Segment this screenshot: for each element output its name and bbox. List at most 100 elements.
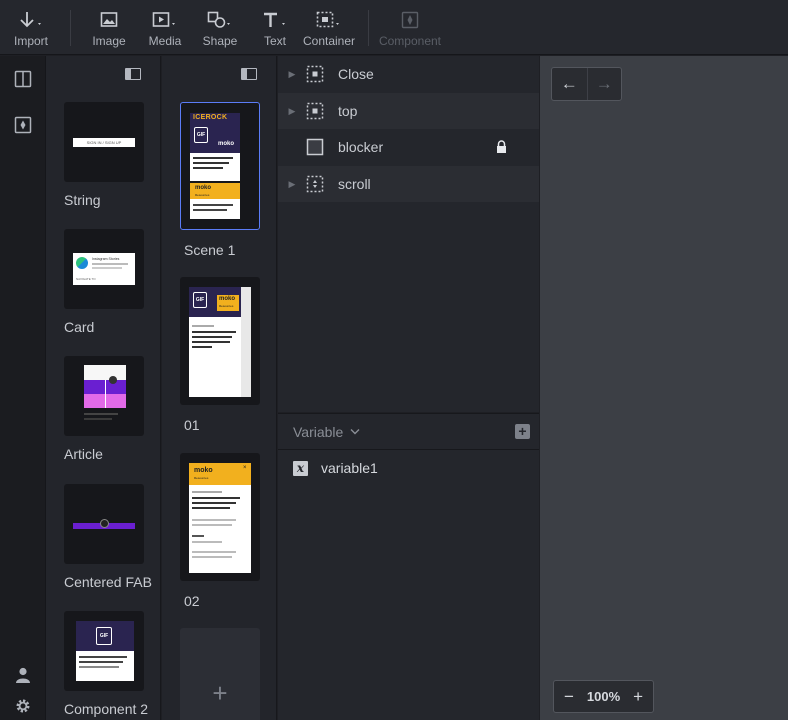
rectangle-icon: [306, 138, 324, 156]
component-item-component-2[interactable]: GIF Component 2: [64, 611, 149, 717]
expand-arrow-icon[interactable]: ▶: [278, 179, 306, 190]
component2-body: [76, 651, 134, 681]
scene-yellow-banner: moko Resources: [217, 295, 239, 311]
image-label: Image: [92, 34, 126, 48]
scene-scroll-strip: [241, 287, 251, 397]
component-item-string[interactable]: SIGN IN / SIGN UP String: [64, 102, 146, 208]
layer-row-close[interactable]: ▶ Close: [278, 56, 539, 92]
article-header: [84, 365, 126, 381]
chevron-down-icon[interactable]: [350, 428, 360, 435]
collapse-panel-icon[interactable]: [241, 68, 257, 80]
layer-row-blocker[interactable]: blocker: [278, 129, 539, 165]
scene-text-line: [192, 535, 204, 537]
lock-icon[interactable]: [496, 140, 507, 153]
media-button[interactable]: Media: [146, 0, 184, 55]
import-label: Import: [13, 34, 48, 48]
layer-name: blocker: [338, 139, 384, 155]
scene-thumbnail: GIF moko Resources: [180, 277, 260, 405]
media-icon: [152, 12, 175, 27]
moko-logo-text: moko: [219, 296, 236, 302]
add-scene-button[interactable]: +: [180, 628, 260, 720]
scene-text-card: [190, 153, 240, 181]
forward-arrow-icon[interactable]: →: [586, 68, 622, 100]
scene-light-block: moko Resources: [190, 183, 240, 219]
card-preview: Instagram Stories NAVIGATE TO: [73, 253, 135, 285]
zoom-level: 100%: [586, 689, 621, 704]
user-icon[interactable]: [14, 666, 32, 684]
history-nav: ← →: [551, 67, 622, 101]
component-button[interactable]: Component: [377, 0, 443, 55]
image-button[interactable]: Image: [90, 0, 128, 55]
component-item-article[interactable]: Article: [64, 356, 146, 462]
image-icon: [100, 12, 118, 27]
component-label: Article: [64, 446, 103, 462]
canvas-area[interactable]: ← → − 100% +: [540, 56, 788, 720]
back-arrow-icon[interactable]: ←: [552, 68, 587, 100]
scenes-panel: ICEROCK GIF moko moko Resources Scene 1: [162, 56, 277, 720]
scene-text-line: [192, 556, 232, 558]
import-button[interactable]: Import: [12, 0, 50, 55]
shape-icon: [207, 11, 230, 28]
container-button[interactable]: Container: [303, 0, 355, 55]
scene-item-scene-1[interactable]: ICEROCK GIF moko moko Resources Scene 1: [180, 102, 262, 258]
variables-panel: Variable + x variable1: [278, 413, 539, 720]
component-item-card[interactable]: Instagram Stories NAVIGATE TO Card: [64, 229, 146, 335]
zoom-in-button[interactable]: +: [633, 687, 643, 707]
scene-text-line: [192, 346, 212, 348]
add-variable-button[interactable]: +: [515, 424, 530, 439]
top-toolbar: Import Image Media Shape Text Container …: [0, 0, 788, 55]
expand-arrow-icon[interactable]: ▶: [278, 106, 306, 117]
scene-text-line: [192, 502, 236, 504]
component-library-icon[interactable]: [14, 116, 32, 134]
string-preview-bar: SIGN IN / SIGN UP: [73, 138, 135, 147]
layers-panel: ▶ Close ▶ top blocker ▶ scroll: [278, 56, 539, 412]
scene-brand-text: ICEROCK: [193, 114, 228, 121]
panels-toggle-icon[interactable]: [14, 70, 32, 88]
gif-file-icon: GIF: [193, 292, 207, 308]
text-button[interactable]: Text: [258, 0, 292, 55]
component-label: String: [64, 192, 101, 208]
container-dashed-icon: [306, 102, 324, 120]
scene-item-02[interactable]: moko Resources × 02: [180, 453, 262, 609]
scene-text-line: [192, 519, 236, 521]
component-panel: SIGN IN / SIGN UP String Instagram Stori…: [46, 56, 161, 720]
scene-sub-text: Resources: [195, 193, 210, 197]
article-fab: [109, 376, 117, 384]
layer-row-scroll[interactable]: ▶ scroll: [278, 166, 539, 202]
zoom-out-button[interactable]: −: [564, 687, 574, 707]
variable-row[interactable]: x variable1: [278, 450, 539, 486]
layer-row-top[interactable]: ▶ top: [278, 93, 539, 129]
collapse-panel-icon[interactable]: [125, 68, 141, 80]
variables-header: Variable +: [278, 414, 539, 450]
zoom-control: − 100% +: [553, 680, 654, 713]
scene-page: moko Resources ×: [189, 463, 251, 573]
article-divider: [105, 380, 106, 408]
scene-thumbnail: ICEROCK GIF moko moko Resources: [180, 102, 260, 230]
layer-name: scroll: [338, 176, 371, 192]
shape-label: Shape: [202, 34, 238, 48]
settings-gear-icon[interactable]: [14, 697, 32, 715]
scene-sub-text: Resources: [194, 476, 209, 480]
import-icon: [20, 12, 41, 28]
component-thumbnail: SIGN IN / SIGN UP: [64, 102, 144, 182]
shape-button[interactable]: Shape: [201, 0, 239, 55]
component-thumbnail: [64, 356, 144, 436]
scene-yellow-banner: moko Resources ×: [189, 463, 251, 485]
component-label: Component 2: [64, 701, 149, 717]
component2-line: [79, 656, 127, 658]
component-item-centered-fab[interactable]: Centered FAB: [64, 484, 152, 590]
component-thumbnail: GIF: [64, 611, 144, 691]
card-line: [92, 267, 122, 269]
component-thumbnail: Instagram Stories NAVIGATE TO: [64, 229, 144, 309]
expand-arrow-icon[interactable]: ▶: [278, 69, 306, 80]
card-title: Instagram Stories: [92, 257, 120, 261]
text-label: Text: [263, 34, 286, 48]
scene-text-line: [193, 157, 233, 159]
variables-title[interactable]: Variable: [293, 424, 343, 440]
scene-item-01[interactable]: GIF moko Resources 01: [180, 277, 262, 433]
container-icon: [316, 11, 339, 28]
gif-file-icon: GIF: [194, 127, 208, 143]
container-label: Container: [302, 34, 356, 48]
scene-sub-text: Resources: [219, 304, 234, 308]
component-icon: [401, 11, 419, 29]
